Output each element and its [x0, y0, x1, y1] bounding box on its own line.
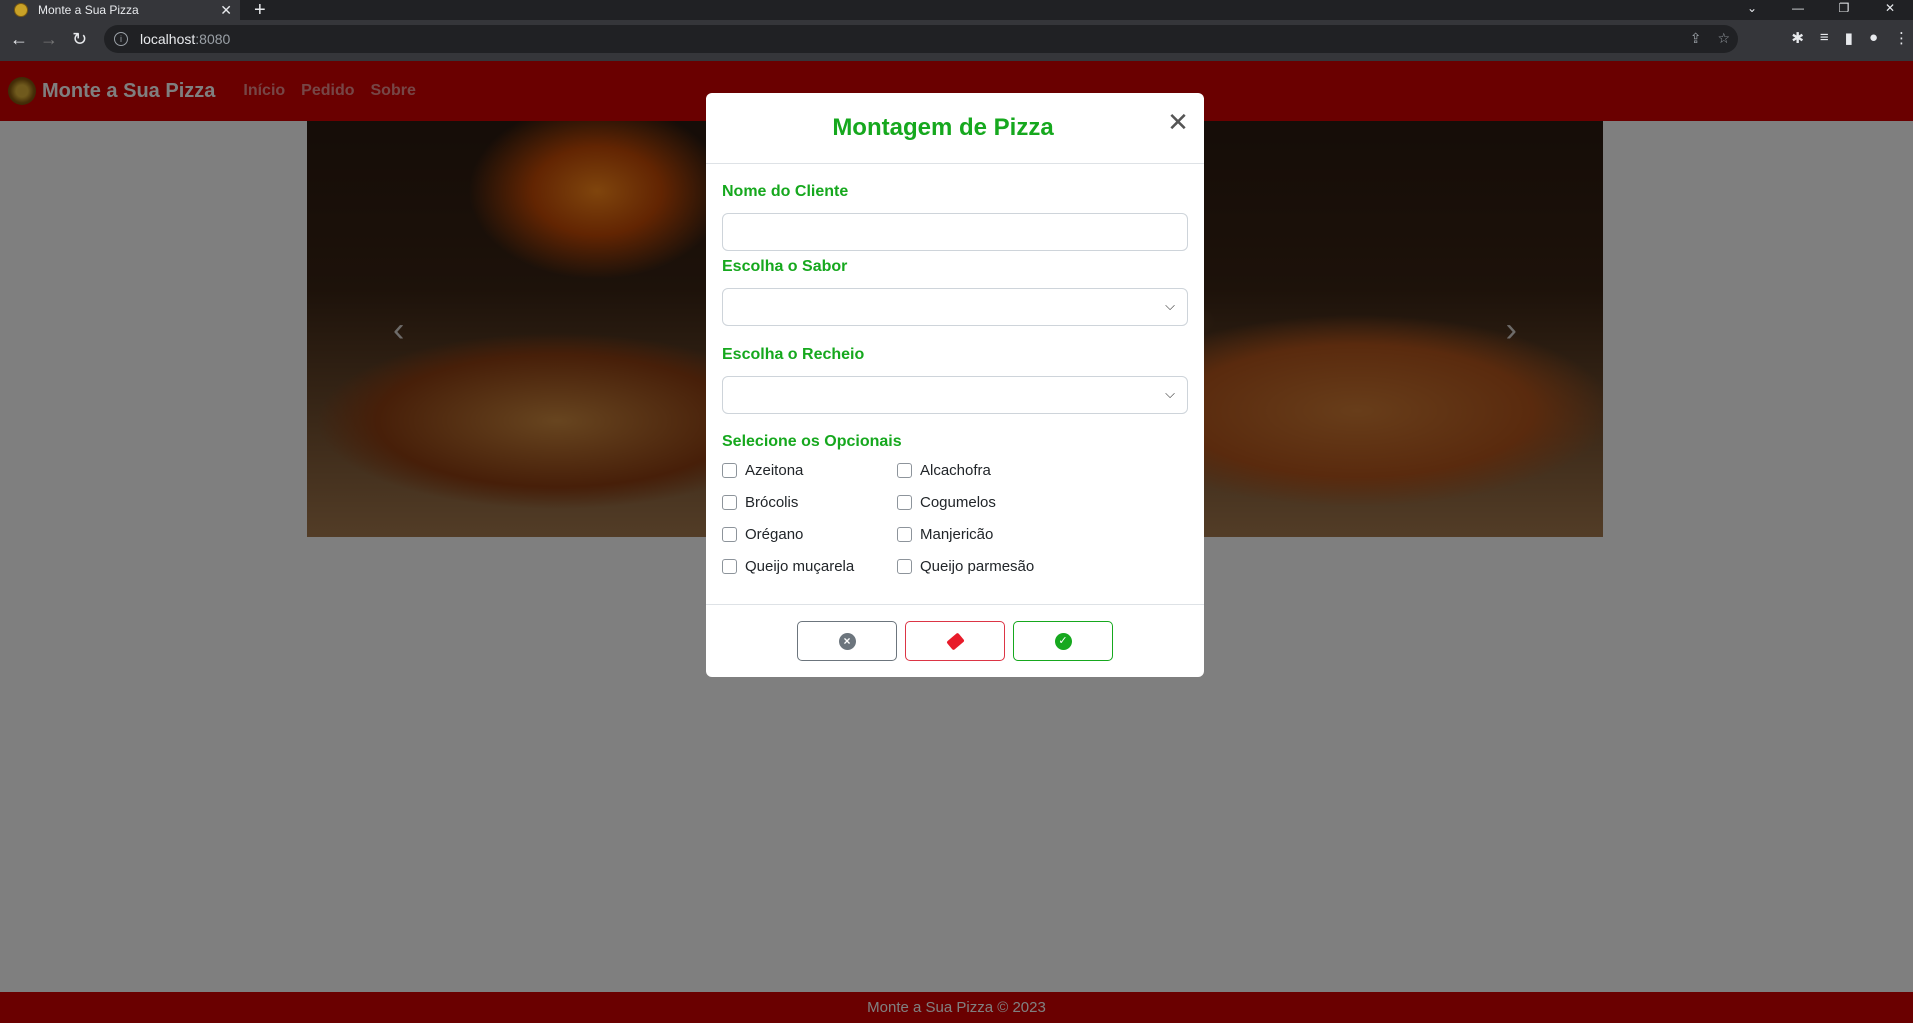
cliente-label: Nome do Cliente	[722, 183, 849, 200]
chevron-down-icon: ⌵	[1165, 298, 1175, 313]
checkbox[interactable]	[897, 463, 912, 478]
opcional-azeitona[interactable]: Azeitona	[722, 462, 803, 479]
opcional-queijo-mucarela[interactable]: Queijo muçarela	[722, 558, 854, 575]
browser-tab[interactable]: Monte a Sua Pizza ✕	[0, 0, 240, 20]
modal-header: Montagem de Pizza ✕	[706, 93, 1204, 164]
opcional-brocolis[interactable]: Brócolis	[722, 494, 798, 511]
checkbox[interactable]	[722, 559, 737, 574]
forward-icon[interactable]: →	[40, 29, 58, 50]
opcional-label: Alcachofra	[920, 462, 991, 479]
opcional-cogumelos[interactable]: Cogumelos	[897, 494, 996, 511]
minimize-icon[interactable]: —	[1775, 0, 1821, 20]
cliente-input[interactable]	[722, 213, 1188, 251]
cancel-button[interactable]: ×	[797, 621, 897, 661]
opcional-label: Orégano	[745, 526, 804, 543]
chevron-down-icon: ⌵	[1165, 386, 1175, 401]
browser-address-bar: ← → ↻ i localhost :8080 ⇪ ☆ ✱ ≡ ▮ ● ⋮	[0, 20, 1913, 61]
opcional-queijo-parmesao[interactable]: Queijo parmesão	[897, 558, 1034, 575]
window-close-icon[interactable]: ✕	[1867, 0, 1913, 20]
side-panel-icon[interactable]: ▮	[1845, 29, 1853, 47]
new-tab-icon[interactable]: +	[254, 0, 266, 22]
modal-title: Montagem de Pizza	[832, 114, 1054, 141]
circle-x-icon: ×	[838, 632, 856, 650]
extensions-icon[interactable]: ✱	[1791, 29, 1804, 47]
url-host: localhost	[140, 31, 196, 47]
check-circle-icon: ✓	[1054, 632, 1072, 650]
browser-tab-bar: Monte a Sua Pizza ✕ + ⌄ — ❐ ✕	[0, 0, 1913, 22]
share-icon[interactable]: ⇪	[1690, 30, 1702, 47]
checkbox[interactable]	[722, 463, 737, 478]
bookmark-star-icon[interactable]: ☆	[1717, 30, 1730, 47]
reload-icon[interactable]: ↻	[72, 29, 87, 50]
window-controls: ⌄ — ❐ ✕	[1729, 0, 1913, 20]
tab-close-icon[interactable]: ✕	[220, 2, 232, 19]
recheio-select[interactable]: ⌵	[722, 376, 1188, 414]
pizza-favicon-icon	[14, 3, 28, 17]
eraser-icon	[945, 631, 965, 651]
sabor-select[interactable]: ⌵	[722, 288, 1188, 326]
clear-button[interactable]	[905, 621, 1005, 661]
url-port: :8080	[195, 31, 231, 47]
checkbox[interactable]	[722, 527, 737, 542]
opcional-label: Queijo muçarela	[745, 558, 855, 575]
confirm-button[interactable]: ✓	[1013, 621, 1113, 661]
site-info-icon[interactable]: i	[114, 32, 128, 46]
recheio-label: Escolha o Recheio	[722, 346, 865, 363]
opcional-label: Queijo parmesão	[920, 558, 1035, 575]
opcionais-label: Selecione os Opcionais	[722, 433, 902, 450]
modal-footer: × ✓	[706, 604, 1204, 677]
opcional-label: Azeitona	[745, 462, 804, 479]
restore-icon[interactable]: ❐	[1821, 0, 1867, 20]
close-icon[interactable]: ✕	[1166, 109, 1190, 135]
opcional-label: Cogumelos	[920, 494, 996, 511]
url-field[interactable]: i localhost :8080 ⇪ ☆	[104, 25, 1738, 53]
menu-icon[interactable]: ⋮	[1894, 29, 1909, 47]
pizza-modal: Montagem de Pizza ✕ Nome do Cliente Esco…	[706, 93, 1204, 677]
opcional-label: Manjericão	[920, 526, 994, 543]
sabor-label: Escolha o Sabor	[722, 258, 848, 275]
opcional-oregano[interactable]: Orégano	[722, 526, 803, 543]
tab-search-icon[interactable]: ⌄	[1729, 0, 1775, 20]
back-icon[interactable]: ←	[10, 29, 28, 50]
profile-icon[interactable]: ●	[1869, 29, 1878, 47]
browser-tab-title: Monte a Sua Pizza	[38, 3, 139, 17]
opcional-manjericao[interactable]: Manjericão	[897, 526, 993, 543]
opcional-alcachofra[interactable]: Alcachofra	[897, 462, 991, 479]
opcional-label: Brócolis	[745, 494, 799, 511]
media-icon[interactable]: ≡	[1820, 29, 1829, 47]
checkbox[interactable]	[897, 495, 912, 510]
checkbox[interactable]	[897, 527, 912, 542]
checkbox[interactable]	[897, 559, 912, 574]
checkbox[interactable]	[722, 495, 737, 510]
